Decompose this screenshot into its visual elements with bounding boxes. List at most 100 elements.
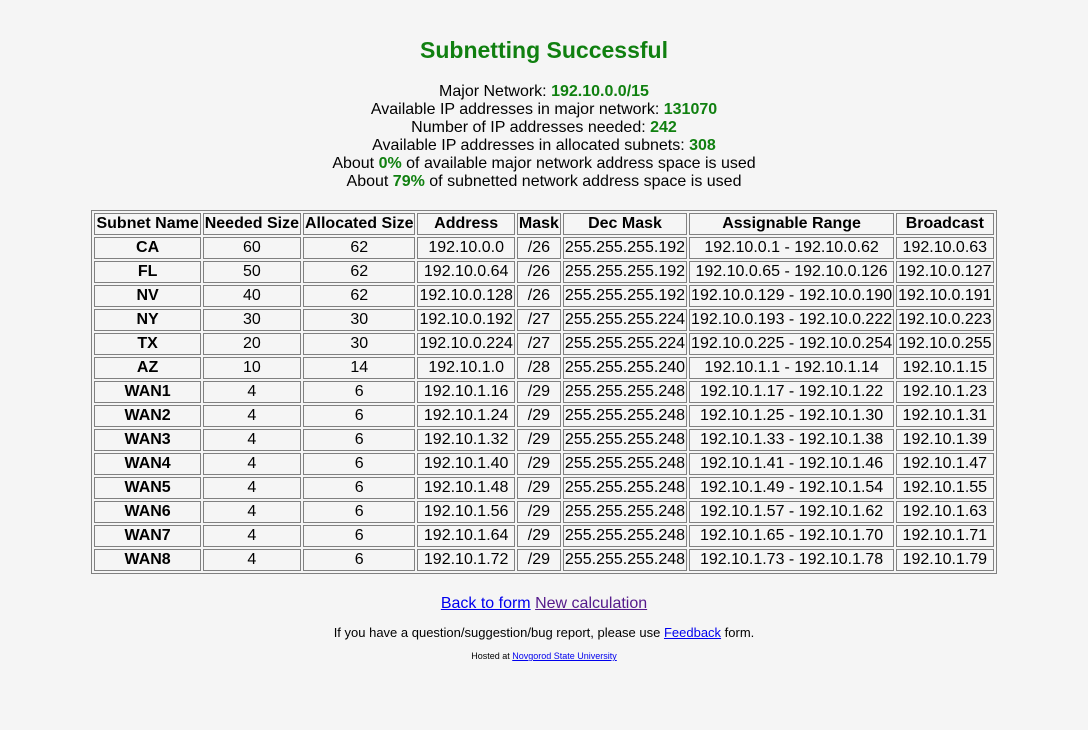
column-header: Dec Mask — [562, 213, 688, 235]
summary-line: Major Network: 192.10.0.0/15 — [0, 83, 1088, 101]
subnet-name-cell: NV — [94, 285, 201, 307]
summary-suffix: of available major network address space… — [401, 155, 756, 172]
table-cell: 192.10.1.64 — [417, 525, 515, 547]
university-link[interactable]: Novgorod State University — [512, 651, 617, 661]
column-header: Needed Size — [202, 213, 301, 235]
table-cell: 192.10.1.72 — [417, 549, 515, 571]
table-cell: 6 — [302, 429, 416, 451]
hosted-note: Hosted at Novgorod State University — [0, 651, 1088, 662]
table-cell: 60 — [202, 237, 301, 259]
table-cell: 14 — [302, 357, 416, 379]
summary-value: 242 — [650, 119, 677, 136]
table-cell: 30 — [302, 333, 416, 355]
table-cell: 192.10.1.73 - 192.10.1.78 — [689, 549, 895, 571]
subnet-name-cell: WAN4 — [94, 453, 201, 475]
subnet-name-cell: WAN5 — [94, 477, 201, 499]
table-row: WAN5 4 6 192.10.1.48/29 255.255.255.248 192.1… — [94, 477, 994, 499]
column-header: Allocated Size — [302, 213, 416, 235]
column-header: Broadcast — [896, 213, 994, 235]
table-cell: 62 — [302, 285, 416, 307]
table-cell: 40 — [202, 285, 301, 307]
table-cell: 255.255.255.240 — [562, 357, 688, 379]
table-cell: 255.255.255.248 — [562, 501, 688, 523]
table-cell: /29 — [516, 381, 561, 403]
table-cell: 62 — [302, 237, 416, 259]
summary-line: Number of IP addresses needed: 242 — [0, 119, 1088, 137]
nav-links: Back to form New calculation — [0, 595, 1088, 613]
subnet-name-cell: CA — [94, 237, 201, 259]
subnet-name-cell: WAN3 — [94, 429, 201, 451]
summary-line: About 0% of available major network addr… — [0, 155, 1088, 173]
table-cell: 50 — [202, 261, 301, 283]
table-row: NY 30 30 192.10.0.192/27 255.255.255.224 192.… — [94, 309, 994, 331]
table-cell: 192.10.0.129 - 192.10.0.190 — [689, 285, 895, 307]
table-cell: 6 — [302, 501, 416, 523]
summary-line: Available IP addresses in allocated subn… — [0, 137, 1088, 155]
table-cell: 4 — [202, 381, 301, 403]
table-cell: 192.10.0.64 — [417, 261, 515, 283]
table-cell: 255.255.255.192 — [562, 237, 688, 259]
column-header: Address — [417, 213, 515, 235]
new-calculation-link[interactable]: New calculation — [535, 595, 647, 612]
summary-label: About — [332, 155, 379, 172]
summary-line: Available IP addresses in major network:… — [0, 101, 1088, 119]
table-cell: 192.10.0.255 — [896, 333, 994, 355]
table-row: WAN1 4 6 192.10.1.16/29 255.255.255.248 192.1… — [94, 381, 994, 403]
table-cell: 192.10.0.225 - 192.10.0.254 — [689, 333, 895, 355]
back-to-form-link[interactable]: Back to form — [441, 595, 531, 612]
table-row: WAN8 4 6 192.10.1.72/29 255.255.255.248 192.1… — [94, 549, 994, 571]
table-cell: 6 — [302, 525, 416, 547]
column-header: Assignable Range — [689, 213, 895, 235]
table-cell: 6 — [302, 405, 416, 427]
table-cell: /27 — [516, 309, 561, 331]
table-cell: 192.10.0.63 — [896, 237, 994, 259]
feedback-link[interactable]: Feedback — [664, 625, 721, 640]
subnet-name-cell: WAN6 — [94, 501, 201, 523]
table-cell: /29 — [516, 525, 561, 547]
table-cell: 30 — [202, 309, 301, 331]
summary-block: Major Network: 192.10.0.0/15 Available IP… — [0, 83, 1088, 191]
table-cell: 192.10.1.16 — [417, 381, 515, 403]
table-cell: 192.10.0.223 — [896, 309, 994, 331]
table-row: FL 50 62 192.10.0.64/26 255.255.255.192 192.1… — [94, 261, 994, 283]
table-body: CA 60 62 192.10.0.0/26 255.255.255.192 192.10… — [94, 237, 994, 571]
table-cell: 255.255.255.192 — [562, 261, 688, 283]
table-cell: 4 — [202, 549, 301, 571]
table-cell: /29 — [516, 549, 561, 571]
summary-suffix: of subnetted network address space is us… — [424, 173, 742, 190]
table-cell: /27 — [516, 333, 561, 355]
summary-value: 131070 — [663, 101, 718, 118]
table-cell: 192.10.1.57 - 192.10.1.62 — [689, 501, 895, 523]
table-cell: 192.10.1.55 — [896, 477, 994, 499]
hosted-text: Hosted at — [471, 651, 513, 661]
feedback-note: If you have a question/suggestion/bug re… — [0, 625, 1088, 641]
subnet-name-cell: WAN2 — [94, 405, 201, 427]
table-cell: 62 — [302, 261, 416, 283]
summary-label: Available IP addresses in allocated subn… — [372, 137, 690, 154]
table-cell: 192.10.1.41 - 192.10.1.46 — [689, 453, 895, 475]
summary-value: 192.10.0.0/15 — [551, 83, 649, 100]
table-cell: 192.10.1.23 — [896, 381, 994, 403]
subnet-name-cell: WAN8 — [94, 549, 201, 571]
table-row: NV 40 62 192.10.0.128/26 255.255.255.192 192.… — [94, 285, 994, 307]
table-cell: 255.255.255.248 — [562, 549, 688, 571]
table-cell: 192.10.0.128 — [417, 285, 515, 307]
table-cell: 20 — [202, 333, 301, 355]
table-row: WAN4 4 6 192.10.1.40/29 255.255.255.248 192.1… — [94, 453, 994, 475]
table-cell: /26 — [516, 285, 561, 307]
table-cell: 192.10.0.1 - 192.10.0.62 — [689, 237, 895, 259]
subnet-name-cell: TX — [94, 333, 201, 355]
table-cell: /29 — [516, 453, 561, 475]
table-cell: 192.10.1.71 — [896, 525, 994, 547]
table-header-row: Subnet Name Needed Size Allocated Size Addr… — [94, 213, 994, 235]
table-row: WAN6 4 6 192.10.1.56/29 255.255.255.248 192.1… — [94, 501, 994, 523]
summary-label: Major Network: — [439, 83, 552, 100]
summary-value: 0% — [378, 155, 402, 172]
table-cell: 192.10.0.127 — [896, 261, 994, 283]
table-cell: 255.255.255.248 — [562, 429, 688, 451]
table-cell: 192.10.1.0 — [417, 357, 515, 379]
table-cell: /29 — [516, 429, 561, 451]
table-cell: 192.10.0.191 — [896, 285, 994, 307]
feedback-text-before: If you have a question/suggestion/bug re… — [333, 625, 664, 640]
table-cell: /29 — [516, 477, 561, 499]
